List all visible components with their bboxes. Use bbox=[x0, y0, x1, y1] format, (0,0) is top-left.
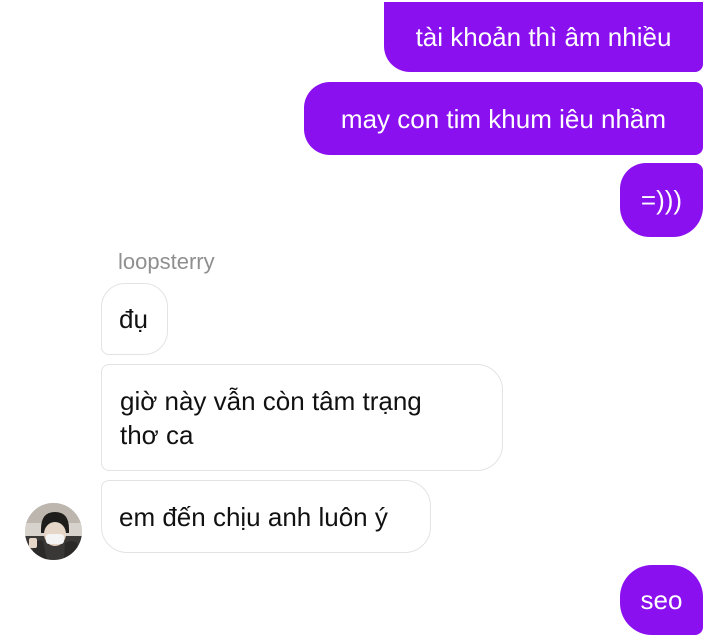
outgoing-message[interactable]: =))) bbox=[620, 163, 703, 237]
message-text: may con tim khum iêu nhầm bbox=[340, 103, 667, 134]
message-text: đụ bbox=[119, 304, 148, 334]
outgoing-message[interactable]: tài khoản thì âm nhiều bbox=[384, 2, 703, 72]
outgoing-message[interactable]: seo bbox=[620, 565, 703, 635]
message-text: =))) bbox=[640, 185, 683, 215]
sender-name: loopsterry bbox=[118, 249, 215, 274]
incoming-message[interactable]: giờ này vẫn còn tâm trạng thơ ca bbox=[101, 364, 503, 471]
incoming-message[interactable]: đụ bbox=[101, 283, 168, 355]
avatar-photo-icon bbox=[25, 503, 82, 560]
message-text: giờ này vẫn còn tâm trạng thơ ca bbox=[120, 385, 422, 450]
incoming-message[interactable]: em đến chịu anh luôn ý bbox=[101, 480, 431, 553]
message-text: em đến chịu anh luôn ý bbox=[119, 501, 388, 532]
chat-thread: tài khoản thì âm nhiều may con tim khum … bbox=[0, 0, 720, 639]
message-text: tài khoản thì âm nhiều bbox=[415, 22, 672, 52]
outgoing-message[interactable]: may con tim khum iêu nhầm bbox=[304, 82, 703, 155]
message-text: seo bbox=[640, 585, 683, 615]
avatar[interactable] bbox=[25, 503, 82, 560]
